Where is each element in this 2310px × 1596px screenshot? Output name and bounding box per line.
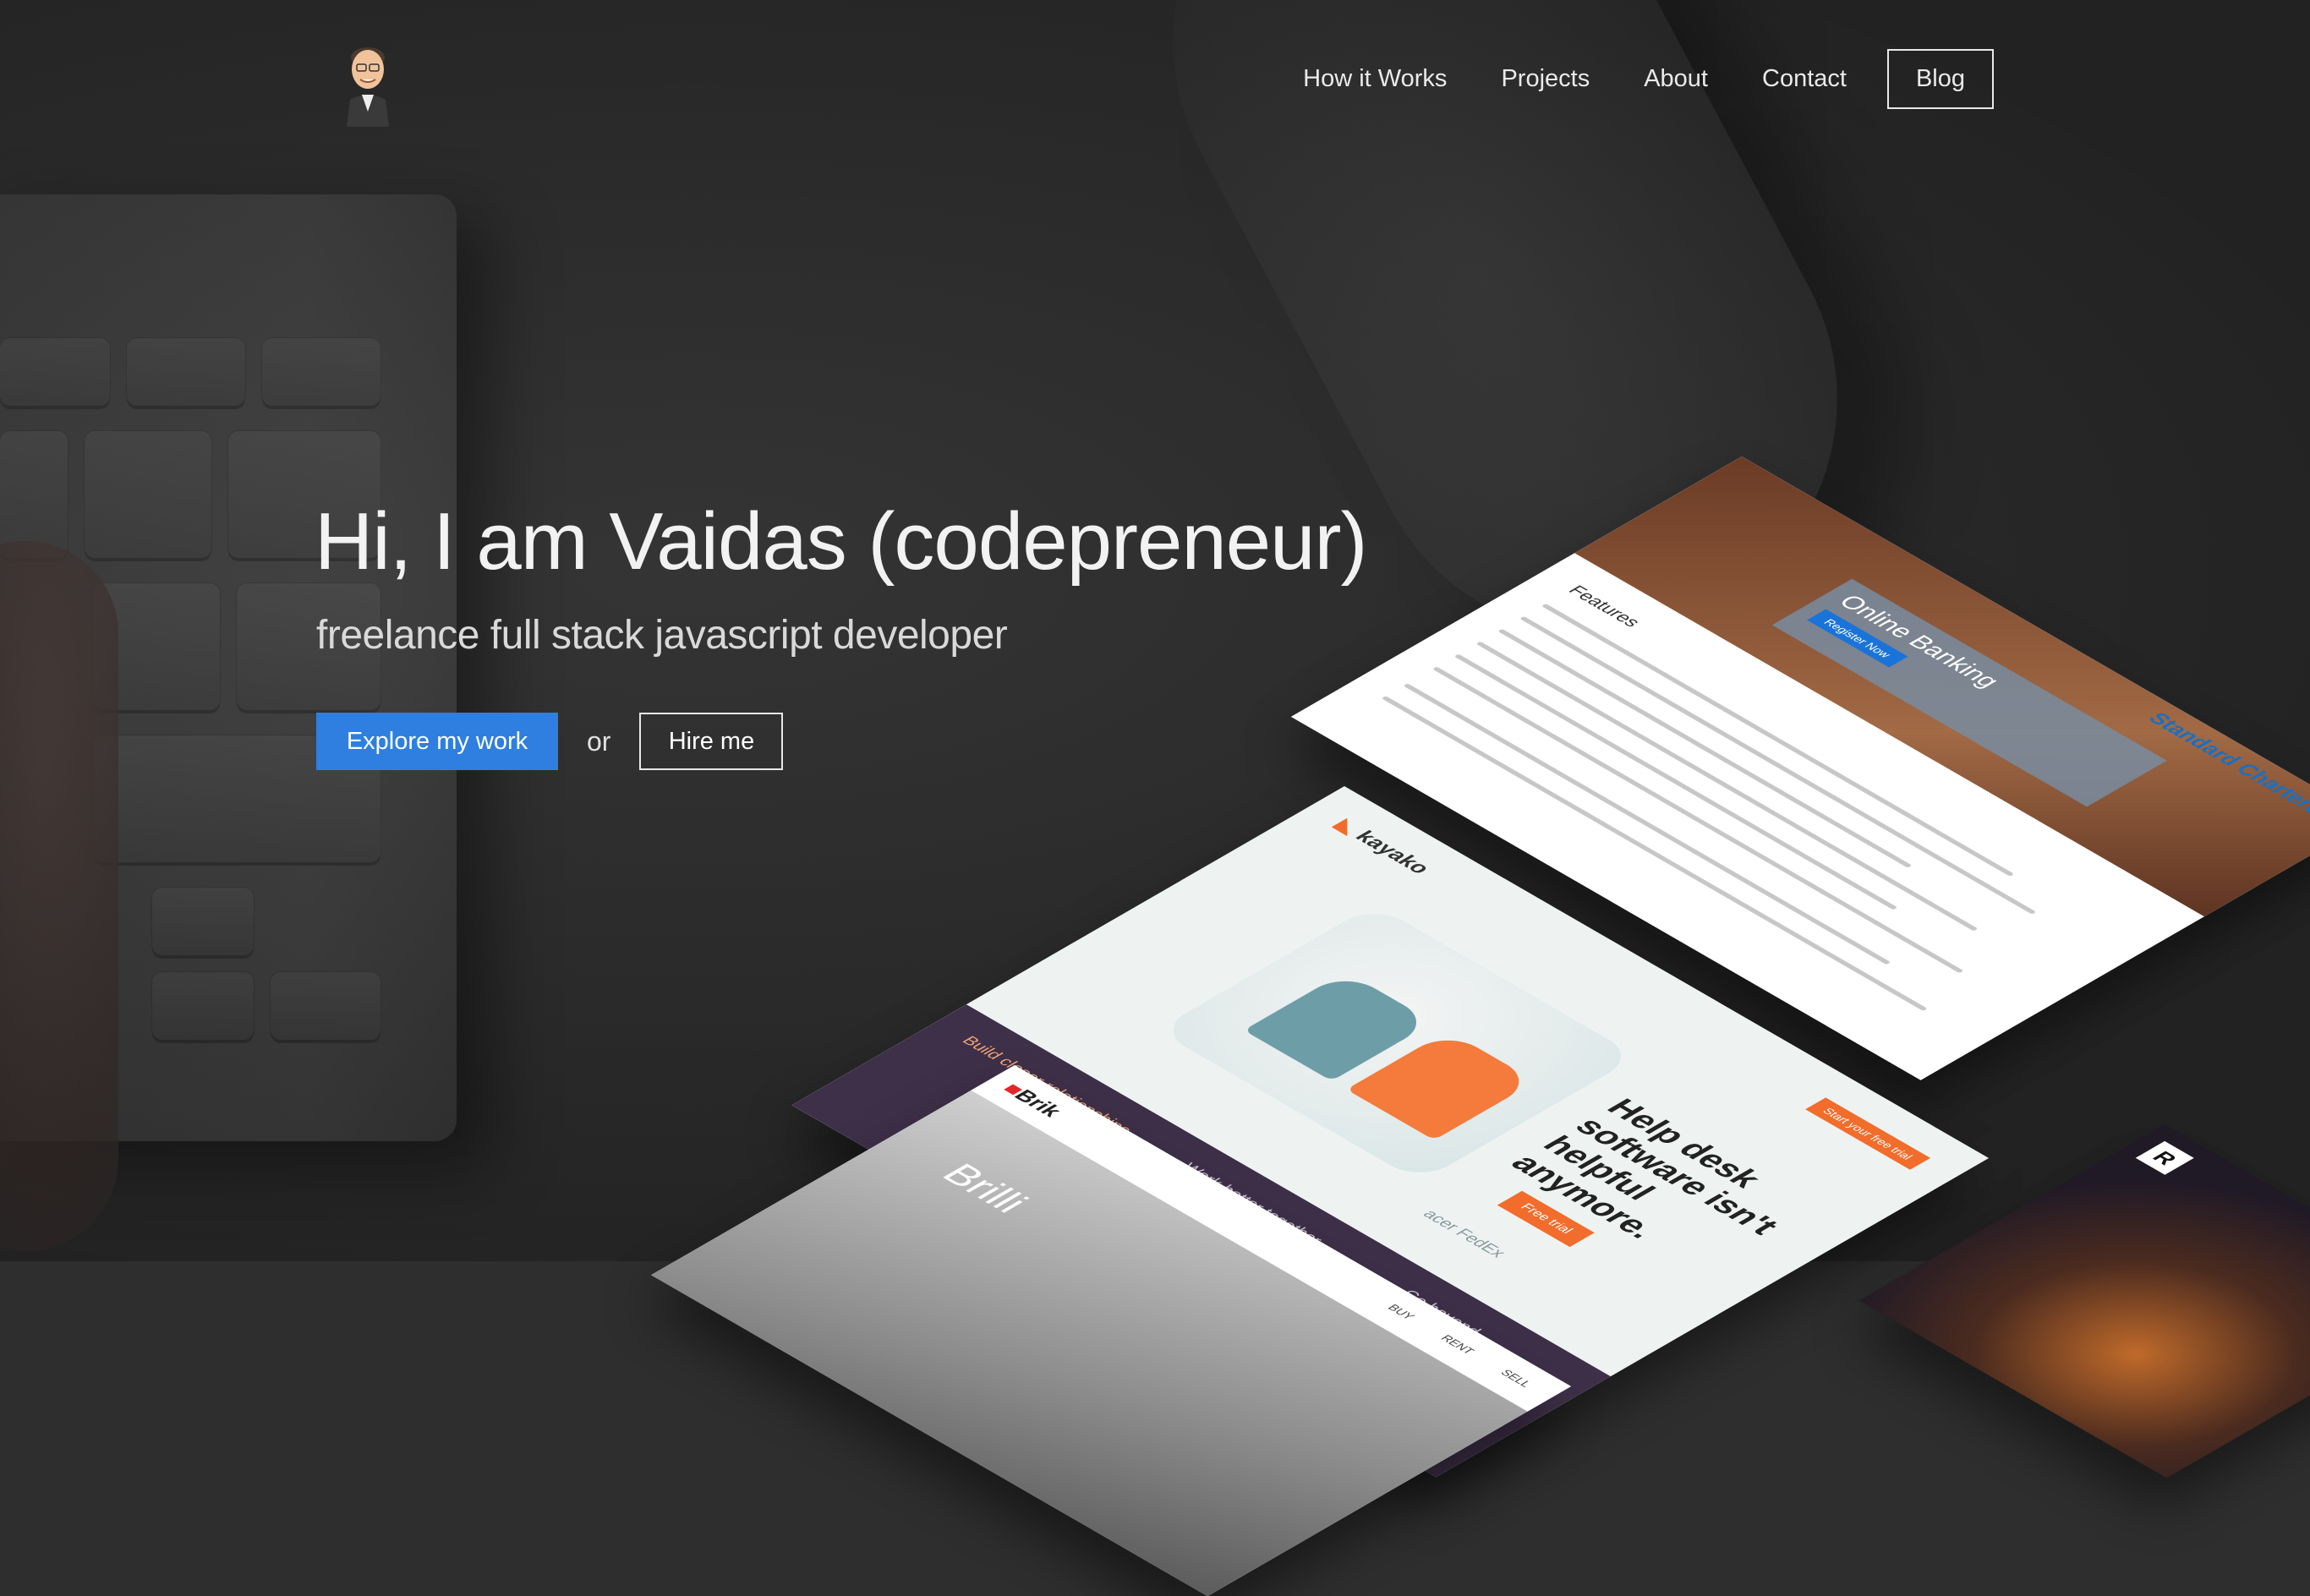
- or-separator: or: [587, 725, 611, 757]
- avatar-icon[interactable]: [338, 34, 397, 127]
- main-nav: How it Works Projects About Contact Blog: [1249, 49, 1994, 109]
- nav-about[interactable]: About: [1644, 67, 1708, 91]
- blog-button[interactable]: Blog: [1886, 49, 1994, 109]
- hero-title: Hi, I am Vaidas (codepreneur): [315, 496, 1367, 587]
- explore-work-button[interactable]: Explore my work: [316, 713, 558, 770]
- brand-logos: acer FedEx: [1418, 1207, 1510, 1260]
- hero-subtitle: freelance full stack javascript develope…: [316, 613, 1008, 658]
- nav-how-it-works[interactable]: How it Works: [1303, 67, 1447, 91]
- cta-row: Explore my work or Hire me: [316, 713, 784, 770]
- kayako-headline: Help desk software isn't helpful anymore…: [1503, 1094, 1787, 1243]
- nav-projects[interactable]: Projects: [1501, 67, 1590, 91]
- hire-me-button[interactable]: Hire me: [639, 713, 784, 770]
- nav-contact[interactable]: Contact: [1762, 67, 1847, 91]
